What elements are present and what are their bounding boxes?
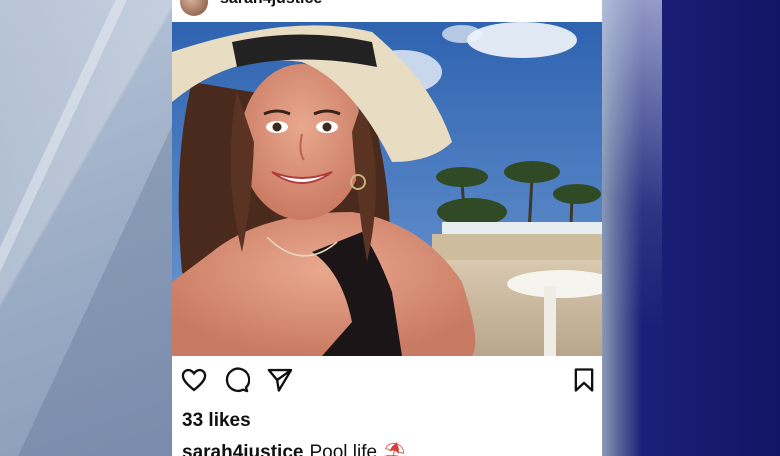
beach-umbrella-icon: ⛱ bbox=[383, 442, 408, 456]
comment-icon[interactable] bbox=[222, 366, 250, 394]
post-caption: sarah4justice Pool life ⛱ bbox=[182, 440, 407, 456]
bookmark-icon[interactable] bbox=[570, 366, 598, 394]
post-username[interactable]: sarah4justice bbox=[220, 0, 322, 8]
like-heart-icon[interactable] bbox=[180, 366, 208, 394]
post-header: sarah4justice bbox=[172, 0, 602, 18]
caption-text: Pool life bbox=[309, 442, 378, 456]
caption-username[interactable]: sarah4justice bbox=[182, 442, 303, 456]
share-send-icon[interactable] bbox=[266, 366, 294, 394]
background-left-stripes bbox=[0, 0, 172, 456]
background-right-shine bbox=[602, 0, 662, 456]
avatar[interactable] bbox=[180, 0, 208, 16]
post-actions-bar bbox=[172, 366, 602, 400]
instagram-post-card: sarah4justice bbox=[172, 0, 602, 456]
post-photo[interactable] bbox=[172, 22, 602, 356]
likes-count[interactable]: 33 likes bbox=[182, 410, 251, 432]
